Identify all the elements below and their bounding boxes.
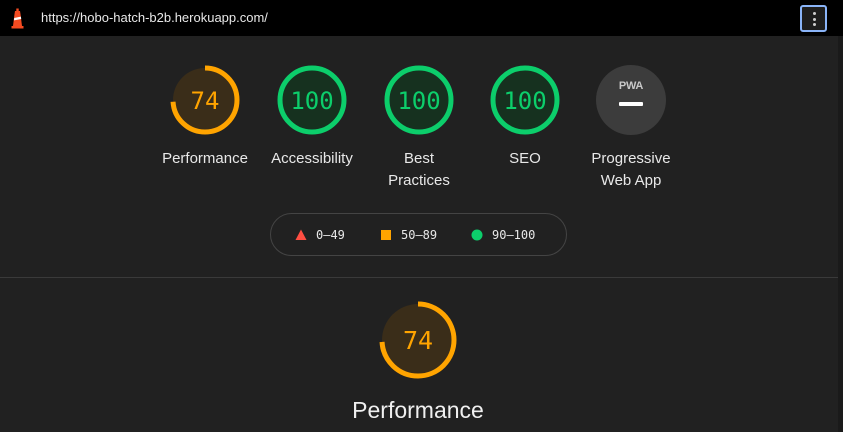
gauge-label-line: Web App xyxy=(600,172,662,189)
circle-icon xyxy=(471,229,483,241)
pwa-badge-text: PWA xyxy=(619,80,644,92)
gauge-label: Best Practices xyxy=(364,148,474,192)
square-icon xyxy=(381,230,391,240)
gauge-label-line: Progressive xyxy=(591,150,671,167)
score-gauges: 74 Performance 100 Accessibility 100 Bes… xyxy=(0,0,843,278)
gauge-label: Progressive Web App xyxy=(576,148,686,192)
gauge-label: Accessibility xyxy=(271,150,353,167)
seo-score: 100 xyxy=(503,87,546,115)
performance-score: 74 xyxy=(191,87,220,115)
score-scale-legend: 0–49 50–89 90–100 xyxy=(270,213,567,256)
gauge-label: SEO xyxy=(509,150,541,167)
performance-section: 74 Performance xyxy=(0,278,843,432)
performance-large-score: 74 xyxy=(403,326,433,355)
legend-range: 50–89 xyxy=(401,228,438,242)
gauge-seo[interactable]: 100 SEO xyxy=(470,62,580,170)
legend-range: 0–49 xyxy=(316,228,345,242)
accessibility-score: 100 xyxy=(290,87,333,115)
performance-large-gauge: 74 xyxy=(379,301,457,379)
legend-range: 90–100 xyxy=(492,228,536,242)
gauge-best-practices[interactable]: 100 Best Practices xyxy=(364,62,474,192)
gauge-label: Performance xyxy=(162,150,248,167)
gauge-pwa[interactable]: PWA Progressive Web App xyxy=(576,62,686,192)
pwa-badge-icon: PWA xyxy=(596,65,666,135)
gauge-accessibility[interactable]: 100 Accessibility xyxy=(257,62,367,170)
gauge-label-line: Best xyxy=(403,150,434,167)
best-practices-score: 100 xyxy=(397,87,440,115)
triangle-icon xyxy=(295,229,307,240)
gauge-performance[interactable]: 74 Performance xyxy=(150,62,260,170)
performance-heading: Performance xyxy=(352,397,484,423)
best-practices-gauge-ring: 100 xyxy=(384,65,454,135)
performance-gauge-ring: 74 xyxy=(170,65,240,135)
gauge-label-line: Practices xyxy=(388,172,450,189)
scrollbar-track[interactable] xyxy=(838,36,843,432)
accessibility-gauge-ring: 100 xyxy=(277,65,347,135)
seo-gauge-ring: 100 xyxy=(490,65,560,135)
